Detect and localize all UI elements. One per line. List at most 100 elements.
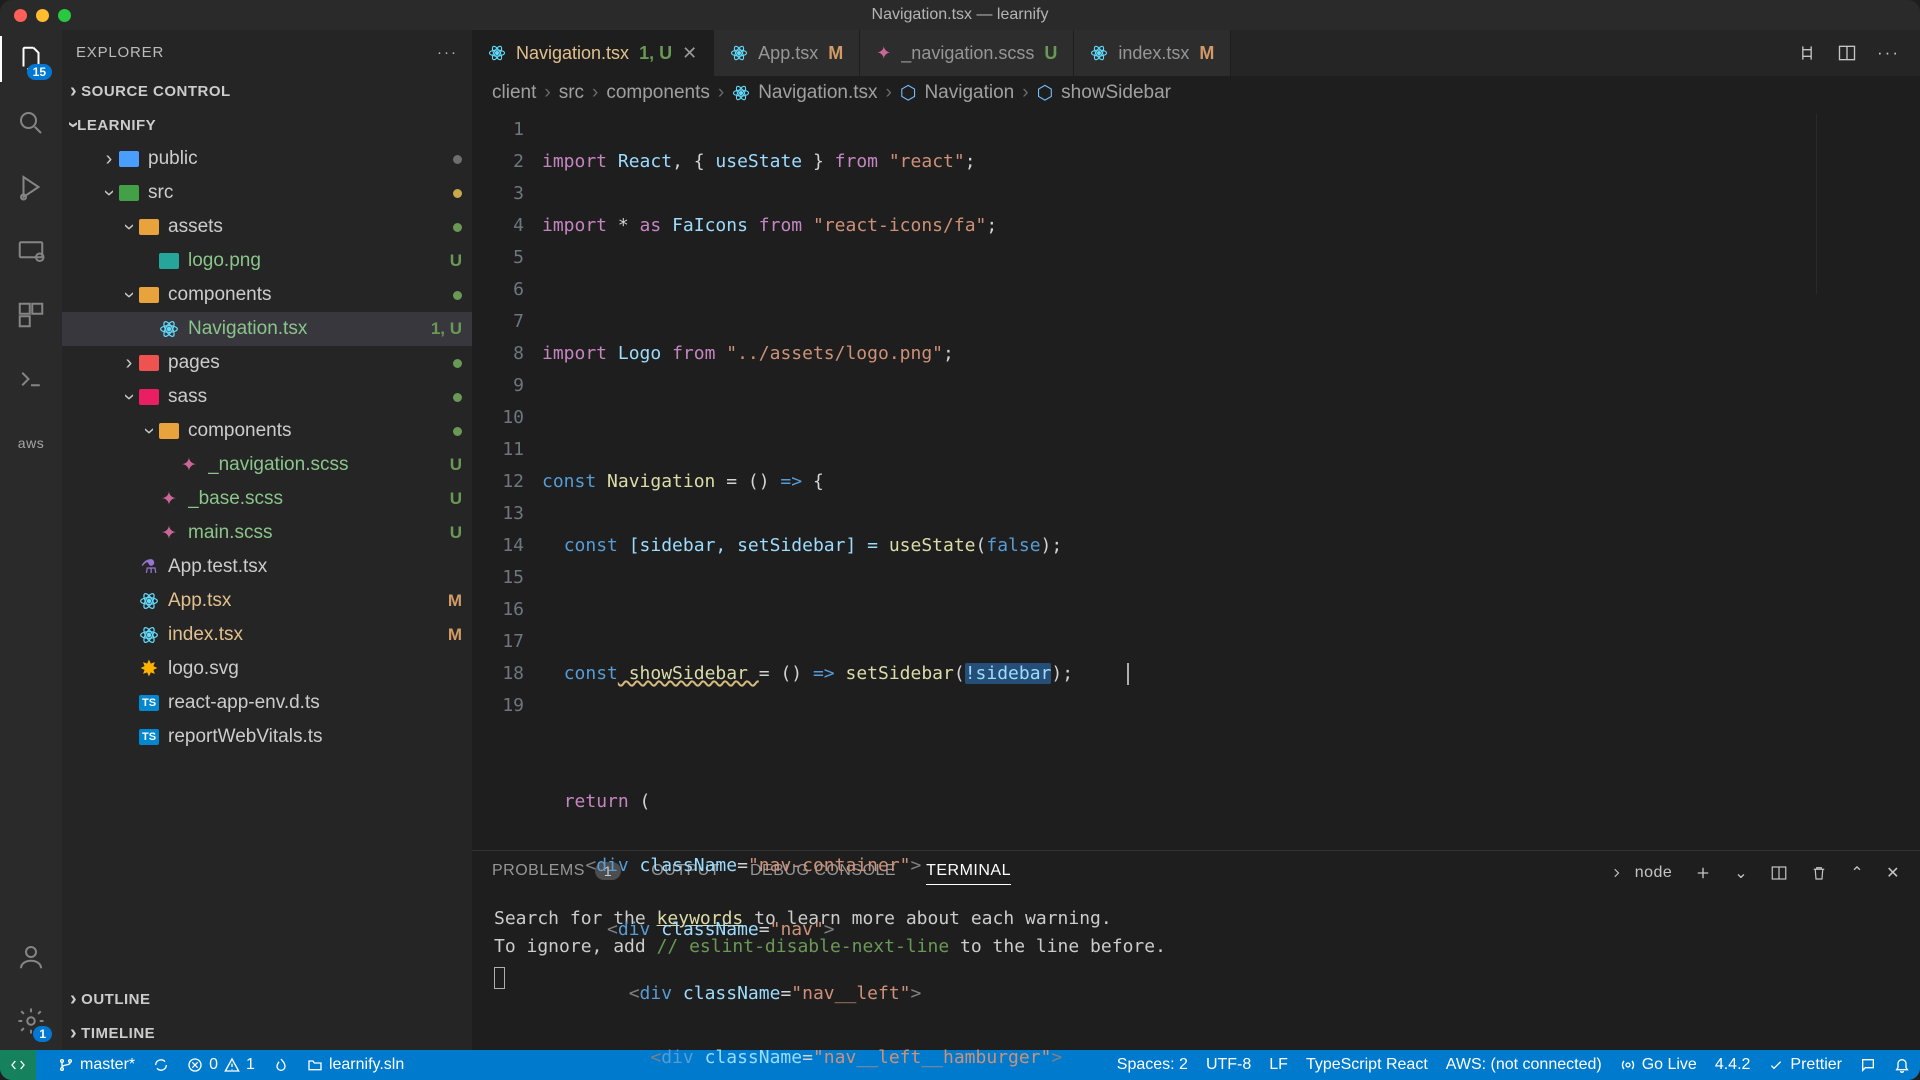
accounts-button[interactable]	[12, 938, 50, 976]
minimap[interactable]	[1816, 114, 1916, 294]
tab-label: _navigation.scss	[901, 43, 1034, 64]
folder-pages[interactable]: pages	[62, 346, 472, 380]
react-icon	[158, 318, 180, 340]
file-navigation-tsx[interactable]: Navigation.tsx1, U	[62, 312, 472, 346]
react-icon	[732, 84, 750, 102]
tab-navigation-scss[interactable]: ✦ _navigation.scss U	[860, 30, 1074, 76]
breadcrumb[interactable]: client› src› components› Navigation.tsx›…	[472, 76, 1920, 110]
branch-indicator[interactable]: master*	[58, 1056, 135, 1074]
git-status: M	[448, 591, 462, 611]
folder-icon	[139, 287, 159, 303]
file-logo-png[interactable]: logo.pngU	[62, 244, 472, 278]
debug-icon	[16, 172, 46, 202]
breadcrumb-item[interactable]: client	[492, 82, 536, 104]
extensions-icon	[16, 300, 46, 330]
split-editor-icon[interactable]	[1837, 43, 1857, 63]
file-react-app-env[interactable]: TSreact-app-env.d.ts	[62, 686, 472, 720]
breadcrumb-item[interactable]: components	[606, 82, 710, 104]
file-logo-svg[interactable]: ✸logo.svg	[62, 652, 472, 686]
file-label: App.test.tsx	[168, 556, 462, 578]
file-report-web-vitals[interactable]: TSreportWebVitals.ts	[62, 720, 472, 754]
extensions-tab[interactable]	[12, 296, 50, 334]
file-app-test[interactable]: ⚗ App.test.tsx	[62, 550, 472, 584]
code-content[interactable]: import React, { useState } from "react";…	[542, 110, 1920, 850]
branch-name: master*	[80, 1056, 135, 1074]
image-icon	[159, 253, 179, 269]
breadcrumb-item[interactable]: Navigation	[924, 82, 1014, 104]
aws-tab[interactable]: aws	[12, 424, 50, 462]
tab-app-tsx[interactable]: App.tsx M	[714, 30, 860, 76]
file-base-scss[interactable]: ✦_base.scssU	[62, 482, 472, 516]
terminal-cursor	[494, 967, 505, 989]
git-status: M	[448, 625, 462, 645]
settings-button[interactable]: 1	[12, 1002, 50, 1040]
solution-name: learnify.sln	[329, 1056, 404, 1074]
window-zoom-button[interactable]	[58, 9, 71, 22]
flame-icon	[273, 1057, 289, 1073]
folder-sass-components[interactable]: components	[62, 414, 472, 448]
window-close-button[interactable]	[14, 9, 27, 22]
folder-assets[interactable]: assets	[62, 210, 472, 244]
file-label: logo.png	[188, 250, 450, 272]
terminal-panel-tab[interactable]	[12, 360, 50, 398]
problems-indicator[interactable]: 01	[187, 1056, 255, 1074]
file-navigation-scss[interactable]: ✦_navigation.scssU	[62, 448, 472, 482]
window-minimize-button[interactable]	[36, 9, 49, 22]
outline-section[interactable]: OUTLINE	[62, 982, 472, 1016]
project-section[interactable]: LEARNIFY	[62, 108, 472, 142]
sass-icon: ✦	[158, 522, 180, 544]
test-icon: ⚗	[138, 556, 160, 578]
timeline-label: TIMELINE	[81, 1025, 155, 1042]
solution-indicator[interactable]: learnify.sln	[307, 1056, 404, 1074]
search-icon	[16, 108, 46, 138]
file-main-scss[interactable]: ✦main.scssU	[62, 516, 472, 550]
breadcrumb-item[interactable]: showSidebar	[1061, 82, 1171, 104]
react-icon	[488, 44, 506, 62]
git-status: 1, U	[431, 319, 462, 339]
search-tab[interactable]	[12, 104, 50, 142]
sync-button[interactable]	[153, 1057, 169, 1073]
remote-explorer-tab[interactable]	[12, 232, 50, 270]
folder-label: src	[148, 182, 453, 204]
folder-icon	[159, 423, 179, 439]
folder-components[interactable]: components	[62, 278, 472, 312]
status-dot	[453, 393, 462, 402]
error-icon	[187, 1057, 203, 1073]
tab-index-tsx[interactable]: index.tsx M	[1074, 30, 1231, 76]
folder-icon	[139, 389, 159, 405]
explorer-tab[interactable]: 15	[12, 40, 50, 78]
folder-public[interactable]: public	[62, 142, 472, 176]
react-icon	[1090, 44, 1108, 62]
compare-changes-icon[interactable]	[1797, 43, 1817, 63]
remote-indicator[interactable]	[0, 1050, 36, 1080]
tab-label: Navigation.tsx	[516, 43, 629, 64]
tab-status: M	[1199, 43, 1214, 64]
tab-navigation-tsx[interactable]: Navigation.tsx 1, U ✕	[472, 30, 714, 76]
folder-icon	[139, 219, 159, 235]
editor[interactable]: 12345678910111213141516171819 import Rea…	[472, 110, 1920, 850]
cursor	[1127, 663, 1129, 685]
breadcrumb-item[interactable]: Navigation.tsx	[758, 82, 877, 104]
symbol-icon: ⬡	[900, 82, 917, 105]
explorer-sidebar: EXPLORER ··· SOURCE CONTROL LEARNIFY pub…	[62, 30, 472, 1050]
status-dot	[453, 155, 462, 164]
file-index-tsx[interactable]: index.tsxM	[62, 618, 472, 652]
sass-icon: ✦	[178, 454, 200, 476]
file-label: index.tsx	[168, 624, 448, 646]
close-tab-button[interactable]: ✕	[682, 43, 697, 64]
status-dot	[453, 189, 462, 198]
run-debug-tab[interactable]	[12, 168, 50, 206]
sass-icon: ✦	[876, 43, 891, 64]
more-actions-button[interactable]: ···	[1877, 43, 1900, 63]
sidebar-more-button[interactable]: ···	[437, 44, 458, 61]
folder-src[interactable]: src	[62, 176, 472, 210]
folder-sass[interactable]: sass	[62, 380, 472, 414]
file-app-tsx[interactable]: App.tsxM	[62, 584, 472, 618]
ports-indicator[interactable]	[273, 1057, 289, 1073]
source-control-section[interactable]: SOURCE CONTROL	[62, 74, 472, 108]
folder-icon	[119, 151, 139, 167]
ts-icon: TS	[138, 726, 160, 748]
file-label: Navigation.tsx	[188, 318, 431, 340]
timeline-section[interactable]: TIMELINE	[62, 1016, 472, 1050]
breadcrumb-item[interactable]: src	[559, 82, 584, 104]
